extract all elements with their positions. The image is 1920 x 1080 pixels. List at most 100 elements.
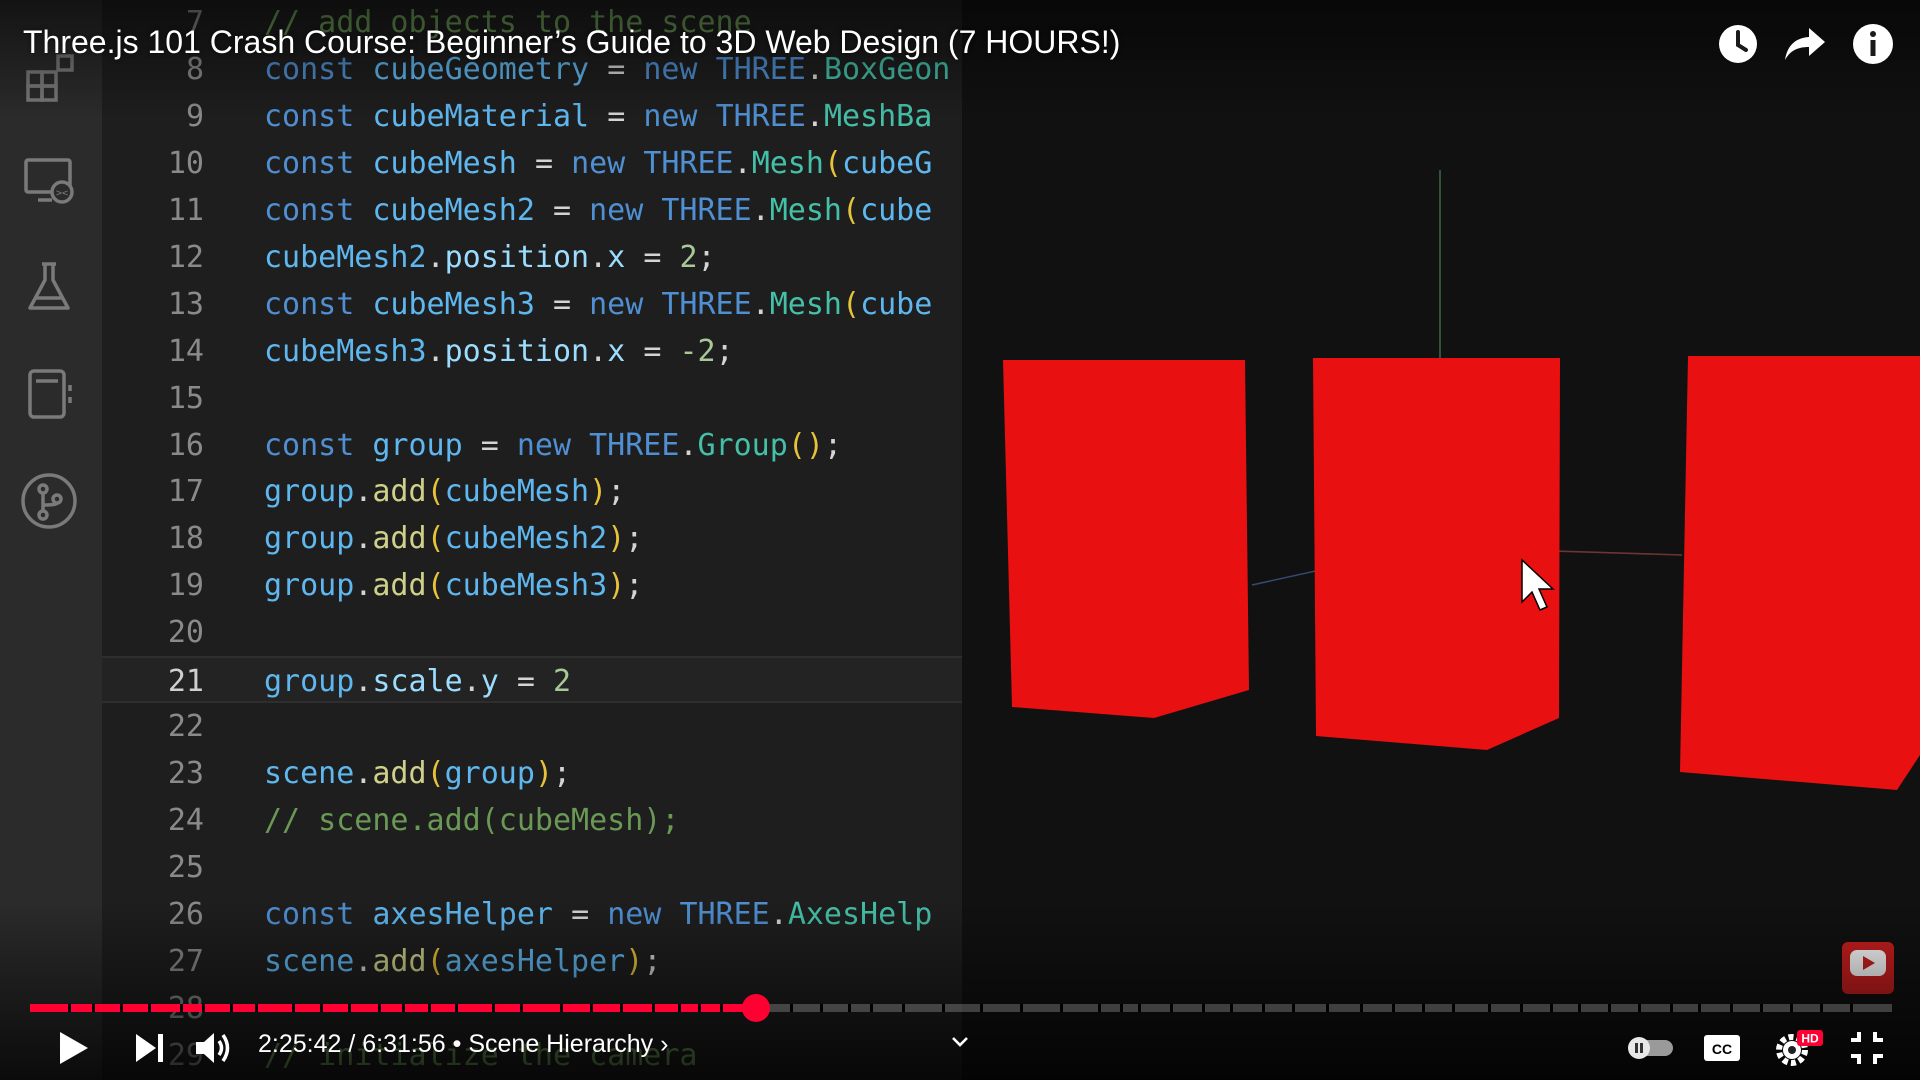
volume-button[interactable] <box>190 1024 238 1072</box>
chapter-marker <box>1488 1004 1491 1012</box>
info-icon[interactable] <box>1849 20 1897 68</box>
code-line[interactable]: 14 cubeMesh3.position.x = -2; <box>102 328 962 375</box>
chapter-marker <box>652 1004 655 1012</box>
code-line[interactable]: 20 <box>102 609 962 656</box>
line-code: group.add(cubeMesh2); <box>264 521 644 557</box>
chapter-marker <box>1292 1004 1295 1012</box>
line-number: 14 <box>167 333 204 369</box>
current-time: 2:25:42 <box>258 1030 342 1058</box>
chapter-marker <box>1360 1004 1363 1012</box>
chapter-marker <box>402 1004 405 1012</box>
exit-fullscreen-button[interactable] <box>1843 1024 1891 1072</box>
chapter-marker <box>1170 1004 1173 1012</box>
autoplay-toggle[interactable] <box>1625 1024 1677 1072</box>
exit-fullscreen-icon <box>1851 1032 1883 1064</box>
code-line[interactable]: 17 group.add(cubeMesh); <box>102 468 962 515</box>
chapter-chevron-icon[interactable]: › <box>660 1030 668 1058</box>
chapter-marker <box>1098 1004 1101 1012</box>
code-line[interactable]: 16 const group = new THREE.Group(); <box>102 422 962 469</box>
chapter-marker <box>790 1004 793 1012</box>
progress-bar[interactable] <box>30 994 1892 1022</box>
chapter-marker <box>1638 1004 1641 1012</box>
chapter-marker <box>1578 1004 1581 1012</box>
line-code: const cubeMesh = new THREE.Mesh(cubeG <box>264 145 933 181</box>
line-code: group.scale.y = 2 <box>264 664 572 700</box>
code-line[interactable]: 18 group.add(cubeMesh2); <box>102 515 962 562</box>
code-line[interactable]: 21 group.scale.y = 2 <box>102 656 962 704</box>
code-line[interactable]: 10 const cubeMesh = new THREE.Mesh(cubeG <box>102 140 962 187</box>
chapter-marker <box>1262 1004 1265 1012</box>
notebook-icon[interactable] <box>20 365 78 423</box>
line-number: 17 <box>167 474 204 510</box>
source-control-icon[interactable] <box>20 472 78 530</box>
captions-label: CC <box>1712 1041 1732 1057</box>
chapter-marker <box>820 1004 823 1012</box>
chapter-marker <box>1550 1004 1553 1012</box>
chapter-marker <box>1520 1004 1523 1012</box>
next-button[interactable] <box>125 1024 173 1072</box>
settings-icon: HD <box>1776 1030 1823 1066</box>
chapter-marker <box>902 1004 905 1012</box>
settings-button[interactable]: HD <box>1772 1024 1828 1072</box>
code-line[interactable]: 25 <box>102 844 962 891</box>
chapter-marker <box>1850 1004 1853 1012</box>
chapter-marker <box>942 1004 945 1012</box>
line-code: group.add(cubeMesh3); <box>264 568 644 604</box>
watch-later-icon[interactable] <box>1714 20 1762 68</box>
chapter-marker <box>678 1004 681 1012</box>
code-line[interactable]: 13 const cubeMesh3 = new THREE.Mesh(cube <box>102 281 962 328</box>
chapter-marker <box>1202 1004 1205 1012</box>
chapter-marker <box>455 1004 458 1012</box>
line-number: 25 <box>167 850 204 886</box>
remote-explorer-icon[interactable]: >< <box>20 152 78 210</box>
chapter-marker <box>1060 1004 1063 1012</box>
progress-scrubber[interactable] <box>742 994 771 1022</box>
chapter-marker <box>1608 1004 1611 1012</box>
chapter-marker <box>92 1004 95 1012</box>
share-icon[interactable] <box>1781 20 1829 68</box>
testing-icon[interactable] <box>20 258 78 316</box>
cube-mesh-right <box>1680 356 1920 790</box>
line-code: group.add(cubeMesh); <box>264 474 626 510</box>
chapter-marker <box>1698 1004 1701 1012</box>
expand-chevron-button[interactable] <box>948 1030 972 1058</box>
line-number: 12 <box>167 239 204 275</box>
chapter-marker <box>1138 1004 1141 1012</box>
code-line[interactable]: 19 group.add(cubeMesh3); <box>102 562 962 609</box>
line-number: 22 <box>167 709 204 745</box>
hd-badge: HD <box>1801 1032 1819 1046</box>
chapter-marker <box>148 1004 151 1012</box>
chapter-marker <box>202 1004 205 1012</box>
line-number: 16 <box>167 427 204 463</box>
chapter-marker <box>230 1004 233 1012</box>
line-number: 10 <box>167 145 204 181</box>
chapter-marker <box>590 1004 593 1012</box>
line-number: 11 <box>167 192 204 228</box>
play-button[interactable] <box>48 1024 96 1072</box>
chapter-title[interactable]: Scene Hierarchy <box>468 1030 653 1058</box>
line-number: 15 <box>167 380 204 416</box>
chapter-marker <box>180 1004 183 1012</box>
chapter-marker <box>1790 1004 1793 1012</box>
video-title[interactable]: Three.js 101 Crash Course: Beginner’s Gu… <box>23 24 1120 61</box>
code-line[interactable]: 12 cubeMesh2.position.x = 2; <box>102 234 962 281</box>
chapter-marker <box>1120 1004 1123 1012</box>
code-line[interactable]: 11 const cubeMesh2 = new THREE.Mesh(cube <box>102 187 962 234</box>
line-number: 13 <box>167 286 204 322</box>
captions-button[interactable]: CC <box>1698 1024 1746 1072</box>
code-line[interactable]: 15 <box>102 375 962 422</box>
time-display[interactable]: 2:25:42 / 6:31:56 • Scene Hierarchy › <box>258 1030 668 1059</box>
chapter-separator: • <box>445 1030 469 1058</box>
chapter-marker <box>378 1004 381 1012</box>
chapter-marker <box>980 1004 983 1012</box>
chapter-marker <box>1230 1004 1233 1012</box>
chapter-marker <box>348 1004 351 1012</box>
code-line[interactable]: 22 <box>102 703 962 750</box>
code-line[interactable]: 24 // scene.add(cubeMesh); <box>102 797 962 844</box>
code-line[interactable]: 23 scene.add(group); <box>102 750 962 797</box>
chapter-marker <box>1820 1004 1823 1012</box>
chapter-marker <box>292 1004 295 1012</box>
chapter-marker <box>620 1004 623 1012</box>
chapter-marker <box>320 1004 323 1012</box>
chapter-marker <box>520 1004 523 1012</box>
